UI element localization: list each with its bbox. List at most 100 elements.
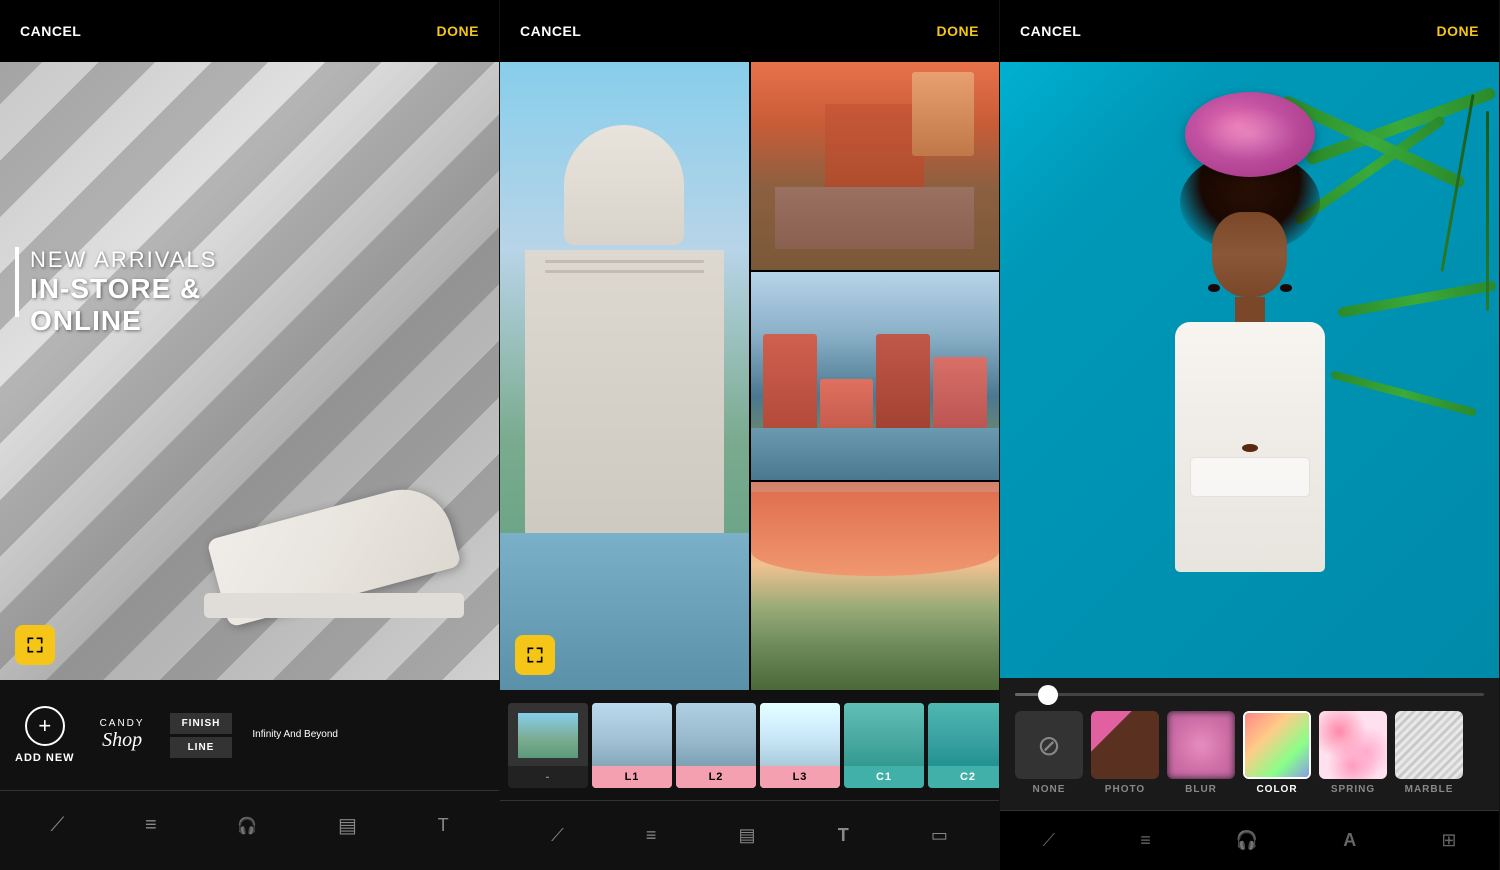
panel-3: CANCEL DONE — [1000, 0, 1500, 870]
text-block-icon[interactable] — [338, 813, 357, 838]
panel1-bottom-toolbar: + ADD NEW CANDY Shop FINISH LINE Infinit… — [0, 680, 499, 870]
none-label: NONE — [1033, 784, 1066, 795]
sunset-landscape-photo[interactable] — [751, 482, 1000, 690]
none-icon: ⊘ — [1015, 711, 1083, 779]
panel2-done-button[interactable]: DONE — [937, 23, 979, 39]
panel3-menu-icon[interactable]: ≡ — [1140, 830, 1151, 851]
italy-street-photo[interactable] — [751, 62, 1000, 270]
panel2-menu-icon[interactable]: ≡ — [646, 825, 657, 846]
fashion-photo — [1000, 62, 1499, 678]
text-line2: IN-STORE & — [30, 273, 217, 305]
marble-option-img — [1395, 711, 1463, 779]
filter-c1[interactable]: C1 — [844, 703, 924, 788]
sneaker-sole — [204, 593, 464, 618]
panel1-actions: + ADD NEW CANDY Shop FINISH LINE Infinit… — [0, 680, 499, 790]
infinity-text: Infinity And Beyond — [252, 728, 338, 742]
panel3-a-icon[interactable]: A — [1343, 830, 1356, 851]
panel2-text-block-icon[interactable]: ▤ — [739, 825, 756, 846]
menu-icon[interactable] — [145, 814, 157, 837]
panel3-cancel-button[interactable]: CANCEL — [1020, 23, 1081, 39]
panel2-expand-icon — [525, 645, 545, 665]
blur-label: BLUR — [1185, 784, 1217, 795]
add-circle-icon: + — [25, 706, 65, 746]
infinity-label: Infinity And Beyond — [252, 729, 338, 740]
panel2-rect-icon[interactable]: ▭ — [931, 825, 948, 846]
diagonal-lines-icon[interactable] — [50, 814, 64, 837]
panel3-done-button[interactable]: DONE — [1437, 23, 1479, 39]
cinque-terre-photo[interactable] — [751, 272, 1000, 480]
panel1-top-bar: CANCEL DONE — [0, 0, 499, 62]
panel3-icon-bar: ⟋ ≡ 🎧 A ⊞ — [1000, 810, 1499, 870]
panel2-filter-strip: - L1 L2 L3 C1 — [500, 690, 999, 870]
panel-1: CANCEL DONE NEW ARRIVALS IN-STORE & ONLI… — [0, 0, 500, 870]
panel3-bg-selector: ⊘ NONE PHOTO BLUR — [1000, 678, 1499, 810]
panel3-grid-icon[interactable]: ⊞ — [1441, 830, 1456, 851]
finish-line-options: FINISH LINE — [170, 713, 233, 758]
headphones-icon[interactable] — [237, 816, 257, 836]
panel3-image-area — [1000, 62, 1499, 678]
filter-l3[interactable]: L3 — [760, 703, 840, 788]
slider-fill — [1015, 693, 1038, 696]
bg-option-marble[interactable]: MARBLE — [1395, 711, 1463, 795]
panel3-headphones-icon[interactable]: 🎧 — [1236, 830, 1258, 851]
filter-minus[interactable]: - — [508, 703, 588, 788]
add-new-label: ADD NEW — [15, 752, 75, 764]
candy-shop-option[interactable]: CANDY Shop — [100, 718, 145, 752]
panel1-cancel-button[interactable]: CANCEL — [20, 23, 81, 39]
panel2-top-bar: CANCEL DONE — [500, 0, 999, 62]
filter-l1[interactable]: L1 — [592, 703, 672, 788]
panel2-expand-button[interactable] — [515, 635, 555, 675]
bg-option-none[interactable]: ⊘ NONE — [1015, 711, 1083, 795]
panel2-diagonal-icon[interactable]: ⟋ — [551, 825, 564, 846]
filter-thumbnails: - L1 L2 L3 C1 — [500, 690, 999, 800]
candy-text: CANDY — [100, 718, 145, 729]
filter-c2[interactable]: C2 — [928, 703, 999, 788]
slider-track[interactable] — [1015, 693, 1484, 696]
cinque-terre-bg — [751, 272, 1000, 480]
more-icon[interactable]: T — [438, 815, 449, 836]
spring-bg-preview — [1319, 711, 1387, 779]
marble-label: MARBLE — [1405, 784, 1454, 795]
palm-trunk — [1486, 111, 1489, 311]
expand-icon — [25, 635, 45, 655]
woman-figure — [1175, 92, 1325, 572]
palm-trunk-2 — [1440, 94, 1474, 272]
panel3-top-bar: CANCEL DONE — [1000, 0, 1499, 62]
color-bg-preview — [1245, 713, 1311, 779]
panel1-icon-bar: T — [0, 790, 499, 860]
panel1-background: NEW ARRIVALS IN-STORE & ONLINE — [0, 62, 499, 680]
expand-button[interactable] — [15, 625, 55, 665]
bg-option-photo[interactable]: PHOTO — [1091, 711, 1159, 795]
none-option-img: ⊘ — [1015, 711, 1083, 779]
blur-bg-preview — [1167, 711, 1235, 779]
marble-bg-preview — [1395, 711, 1463, 779]
panel3-diagonal-icon[interactable]: ⟋ — [1043, 830, 1056, 851]
basilica-photo[interactable] — [500, 62, 749, 690]
panel2-cancel-button[interactable]: CANCEL — [520, 23, 581, 39]
panel-2: CANCEL DONE — [500, 0, 1000, 870]
slider-thumb[interactable] — [1038, 685, 1058, 705]
sunset-bg — [751, 482, 1000, 690]
panel1-done-button[interactable]: DONE — [437, 23, 479, 39]
bg-option-spring[interactable]: SPRING — [1319, 711, 1387, 795]
line-button[interactable]: LINE — [170, 737, 233, 758]
filter-l2[interactable]: L2 — [676, 703, 756, 788]
palm-leaf-4 — [1330, 370, 1477, 417]
panel2-icon-bar: ⟋ ≡ ▤ T ▭ — [500, 800, 999, 870]
bg-option-blur[interactable]: BLUR — [1167, 711, 1235, 795]
face — [1212, 212, 1287, 297]
basilica-body-shape — [525, 250, 724, 564]
shop-text: Shop — [102, 729, 142, 752]
panel2-t-icon[interactable]: T — [838, 825, 849, 846]
panel2-image-area — [500, 62, 999, 690]
text-line1: NEW ARRIVALS — [30, 247, 217, 273]
photo-bg-preview — [1091, 711, 1159, 779]
photo-label: PHOTO — [1105, 784, 1145, 795]
panel1-text-overlay: NEW ARRIVALS IN-STORE & ONLINE — [30, 247, 217, 337]
hat — [1185, 92, 1315, 177]
finish-button[interactable]: FINISH — [170, 713, 233, 734]
photo-grid — [500, 62, 999, 690]
add-new-button[interactable]: + ADD NEW — [15, 706, 75, 764]
bg-option-color[interactable]: COLOR — [1243, 711, 1311, 795]
neck — [1235, 297, 1265, 322]
